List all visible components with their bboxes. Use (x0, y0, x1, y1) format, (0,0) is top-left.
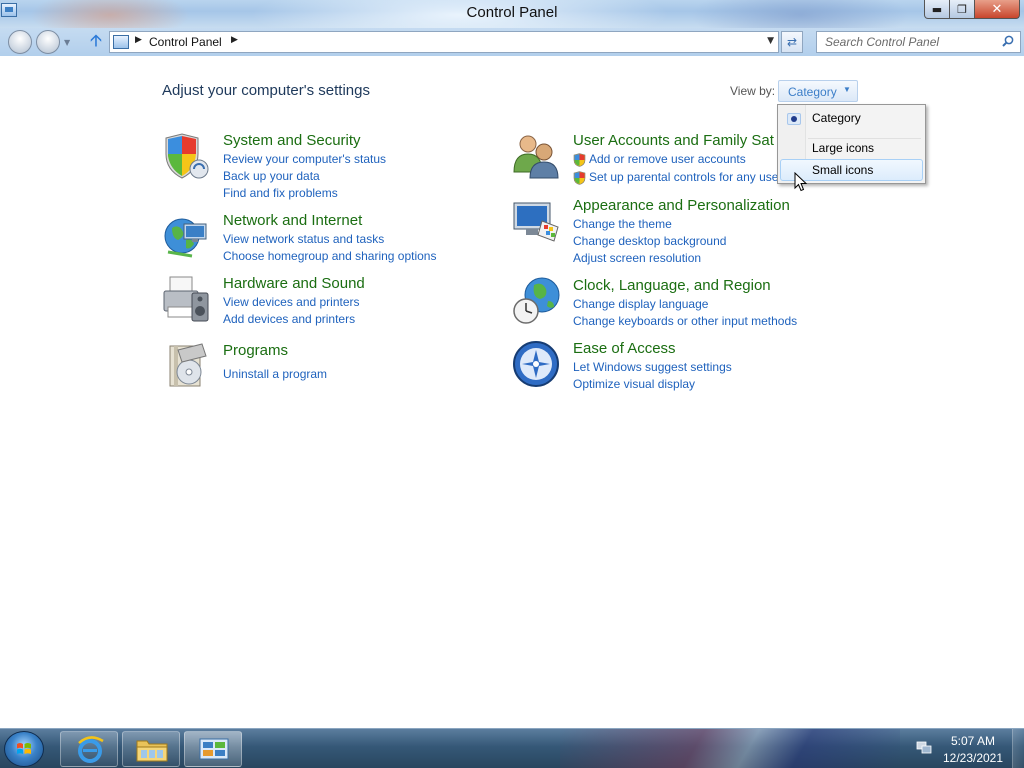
view-by-label: View by: (730, 84, 776, 98)
category-link[interactable]: Set up parental controls for any use (589, 170, 778, 184)
category-system-security: System and Security Review your computer… (162, 132, 462, 202)
show-desktop-button[interactable] (1012, 729, 1024, 768)
refresh-button[interactable]: ⇄ (781, 31, 803, 53)
close-button[interactable]: ✕ (975, 0, 1020, 19)
category-link[interactable]: Review your computer's status (223, 152, 386, 166)
taskbar-control-panel[interactable] (184, 731, 242, 767)
clock-date[interactable]: 12/23/2021 (940, 751, 1006, 765)
menu-item-category[interactable]: Category (780, 107, 923, 129)
uac-shield-icon (573, 153, 586, 167)
radio-selected-icon (787, 113, 801, 125)
menu-item-label: Large icons (812, 141, 875, 155)
category-appearance: Appearance and Personalization Change th… (512, 197, 812, 267)
category-title[interactable]: Appearance and Personalization (573, 197, 790, 214)
address-bar[interactable]: ▶ Control Panel ▶ ▼ (109, 31, 779, 53)
category-title[interactable]: Network and Internet (223, 212, 362, 229)
forward-button[interactable] (36, 30, 60, 54)
taskbar: 5:07 AM 12/23/2021 (0, 728, 1024, 768)
category-user-accounts: User Accounts and Family Sat Add or remo… (512, 132, 782, 188)
category-link[interactable]: Choose homegroup and sharing options (223, 249, 436, 263)
category-link[interactable]: Back up your data (223, 169, 320, 183)
category-ease-of-access: Ease of Access Let Windows suggest setti… (512, 340, 812, 396)
category-link[interactable]: Change desktop background (573, 234, 726, 248)
search-icon[interactable] (1002, 35, 1014, 47)
view-by-value: Category (788, 85, 837, 99)
title-bar[interactable]: Control Panel ▬ ❐ ✕ (0, 0, 1024, 28)
category-network-internet: Network and Internet View network status… (162, 212, 462, 268)
minimize-icon: ▬ (931, 2, 943, 16)
up-arrow-icon[interactable]: 🡩 (86, 32, 106, 52)
category-link[interactable]: Change keyboards or other input methods (573, 314, 797, 328)
search-input[interactable] (817, 32, 997, 52)
programs-disc-icon[interactable] (162, 342, 210, 390)
address-dropdown-icon[interactable]: ▼ (767, 36, 774, 46)
back-button[interactable] (8, 30, 32, 54)
mouse-cursor-icon (794, 172, 808, 192)
category-title[interactable]: User Accounts and Family Sat (573, 132, 774, 149)
search-box[interactable] (816, 31, 1021, 53)
refresh-icon: ⇄ (786, 35, 798, 49)
windows-logo-icon (17, 743, 31, 754)
clock-time[interactable]: 5:07 AM (940, 734, 1006, 748)
control-panel-icon (199, 738, 229, 760)
uac-shield-icon (573, 171, 586, 185)
chevron-down-icon: ▼ (843, 85, 851, 94)
page-title: Adjust your computer's settings (162, 82, 370, 99)
category-programs: Programs Uninstall a program (162, 342, 462, 392)
category-clock-language-region: Clock, Language, and Region Change displ… (512, 277, 812, 333)
category-link[interactable]: Optimize visual display (573, 377, 695, 391)
taskbar-file-explorer[interactable] (122, 731, 180, 767)
category-link[interactable]: Find and fix problems (223, 186, 338, 200)
category-title[interactable]: Hardware and Sound (223, 275, 365, 292)
category-link[interactable]: View network status and tasks (223, 232, 384, 246)
network-globe-icon[interactable] (162, 212, 210, 260)
network-tray-icon[interactable] (916, 741, 932, 755)
category-title[interactable]: Programs (223, 342, 288, 359)
minimize-button[interactable]: ▬ (924, 0, 950, 19)
view-by-button[interactable]: Category ▼ (778, 80, 858, 102)
control-panel-icon (113, 35, 129, 49)
menu-item-label: Category (812, 111, 861, 125)
category-link[interactable]: Add or remove user accounts (589, 152, 746, 166)
recent-pages-dropdown-icon[interactable]: ▼ (64, 38, 70, 47)
menu-item-large-icons[interactable]: Large icons (780, 137, 923, 159)
maximize-button[interactable]: ❐ (950, 0, 975, 19)
taskbar-internet-explorer[interactable] (60, 731, 118, 767)
category-link[interactable]: Uninstall a program (223, 367, 327, 381)
ease-of-access-icon[interactable] (512, 340, 560, 388)
shield-icon[interactable] (162, 132, 210, 180)
category-link[interactable]: Change display language (573, 297, 708, 311)
window-title: Control Panel (466, 4, 558, 21)
category-hardware-sound: Hardware and Sound View devices and prin… (162, 275, 462, 331)
restore-icon: ❐ (957, 2, 967, 16)
category-title[interactable]: System and Security (223, 132, 361, 149)
internet-explorer-icon (78, 736, 104, 763)
clock-globe-icon[interactable] (512, 277, 560, 325)
category-link[interactable]: Let Windows suggest settings (573, 360, 732, 374)
category-title[interactable]: Clock, Language, and Region (573, 277, 771, 294)
file-explorer-icon (136, 740, 168, 762)
printer-speaker-icon[interactable] (162, 275, 210, 323)
category-link[interactable]: Adjust screen resolution (573, 251, 701, 265)
menu-item-label: Small icons (812, 163, 874, 177)
category-link[interactable]: Change the theme (573, 217, 672, 231)
breadcrumb-arrow-icon[interactable]: ▶ (231, 35, 238, 45)
navigation-bar: ▼ 🡩 ▶ Control Panel ▶ ▼ ⇄ (0, 28, 1024, 56)
taskbar-wallpaper (560, 729, 900, 768)
close-icon: ✕ (991, 1, 1003, 17)
category-title[interactable]: Ease of Access (573, 340, 676, 357)
users-icon[interactable] (512, 132, 560, 180)
monitor-paint-icon[interactable] (512, 197, 560, 245)
category-link[interactable]: View devices and printers (223, 295, 360, 309)
breadcrumb-item[interactable]: Control Panel (149, 35, 222, 49)
start-button[interactable] (4, 731, 44, 767)
category-link[interactable]: Add devices and printers (223, 312, 355, 326)
breadcrumb-arrow-icon[interactable]: ▶ (135, 35, 142, 45)
